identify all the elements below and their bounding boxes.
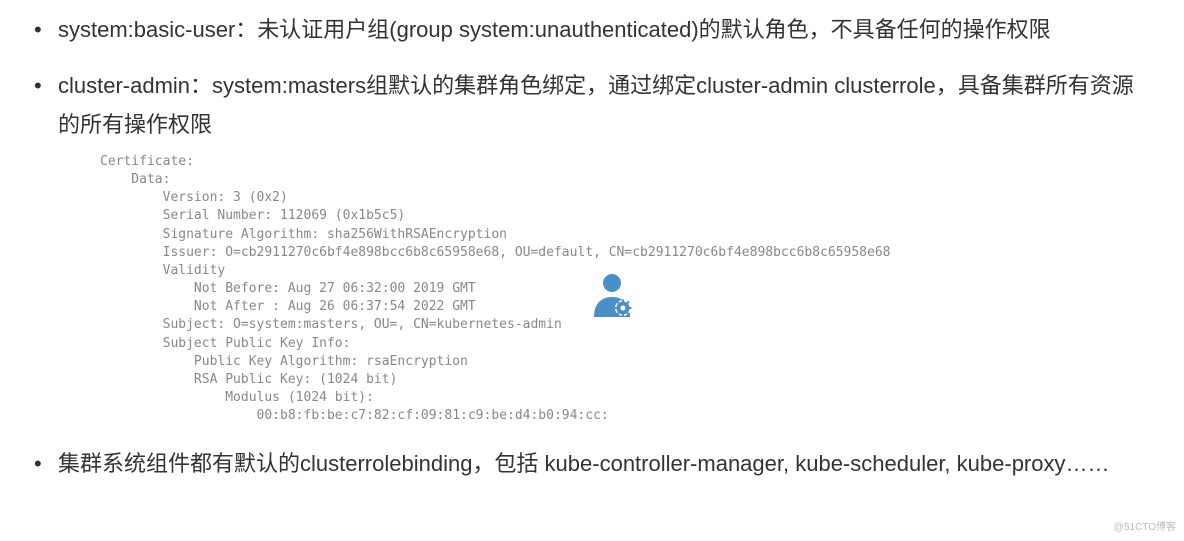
certificate-block: Certificate: Data: Version: 3 (0x2) Seri… (100, 153, 1154, 426)
bullet-text: cluster-admin：system:masters组默认的集群角色绑定，通… (58, 73, 1134, 138)
bullet-item-cluster-admin: cluster-admin：system:masters组默认的集群角色绑定，通… (30, 66, 1154, 426)
bullet-item-components: 集群系统组件都有默认的clusterrolebinding，包括 kube-co… (30, 444, 1154, 484)
watermark: @51CTO博客 (1114, 519, 1176, 537)
user-gear-icon (590, 271, 634, 330)
bullet-text: system:basic-user：未认证用户组(group system:un… (58, 17, 1051, 42)
bullet-list: system:basic-user：未认证用户组(group system:un… (30, 10, 1154, 483)
bullet-item-basic-user: system:basic-user：未认证用户组(group system:un… (30, 10, 1154, 50)
bullet-text: 集群系统组件都有默认的clusterrolebinding，包括 kube-co… (58, 451, 1110, 476)
